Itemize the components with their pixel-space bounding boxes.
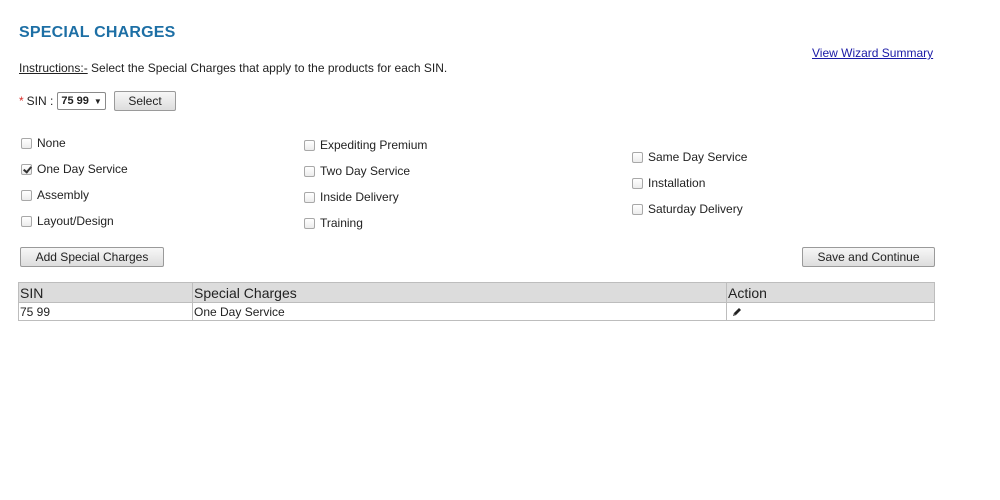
table-header-row: SIN Special Charges Action <box>18 282 935 303</box>
instructions-label: Instructions:- <box>19 61 88 75</box>
cell-action <box>726 302 935 321</box>
charge-label: Assembly <box>37 188 90 202</box>
charge-label: Saturday Delivery <box>648 202 743 216</box>
charge-label: Expediting Premium <box>320 138 428 152</box>
checkbox[interactable] <box>632 203 643 215</box>
checkbox[interactable] <box>304 191 315 203</box>
cell-sin: 75 99 <box>18 302 193 321</box>
column-header-sin: SIN <box>18 282 193 303</box>
charge-assembly[interactable]: Assembly <box>21 188 89 202</box>
table-row: 75 99 One Day Service <box>18 302 935 321</box>
instructions: Instructions:- Select the Special Charge… <box>19 61 447 75</box>
charge-label: None <box>37 136 66 150</box>
checkbox[interactable] <box>21 189 32 201</box>
checkbox[interactable] <box>304 139 315 151</box>
view-wizard-summary-link[interactable]: View Wizard Summary <box>812 46 933 60</box>
charge-same-day-service[interactable]: Same Day Service <box>632 150 747 164</box>
charge-label: Inside Delivery <box>320 190 399 204</box>
charge-expediting-premium[interactable]: Expediting Premium <box>304 138 427 152</box>
charge-none[interactable]: None <box>21 136 66 150</box>
charge-saturday-delivery[interactable]: Saturday Delivery <box>632 202 743 216</box>
charge-label: Same Day Service <box>648 150 748 164</box>
column-header-action: Action <box>726 282 935 303</box>
checkbox[interactable] <box>304 165 315 177</box>
required-asterisk: * <box>19 94 24 108</box>
charge-installation[interactable]: Installation <box>632 176 705 190</box>
checkbox-checked[interactable] <box>21 163 32 175</box>
checkbox[interactable] <box>21 215 32 227</box>
charge-label: Layout/Design <box>37 214 114 228</box>
charge-layout-design[interactable]: Layout/Design <box>21 214 114 228</box>
instructions-text: Select the Special Charges that apply to… <box>87 61 448 75</box>
sin-label: SIN : <box>26 94 54 108</box>
charge-training[interactable]: Training <box>304 216 363 230</box>
checkbox[interactable] <box>21 137 32 149</box>
checkbox[interactable] <box>632 177 643 189</box>
charge-inside-delivery[interactable]: Inside Delivery <box>304 190 399 204</box>
checkbox[interactable] <box>304 217 315 229</box>
charge-one-day-service[interactable]: One Day Service <box>21 162 128 176</box>
add-special-charges-button[interactable]: Add Special Charges <box>20 247 164 267</box>
page-title: SPECIAL CHARGES <box>19 24 176 41</box>
charge-label: Training <box>320 216 363 230</box>
special-charges-table: SIN Special Charges Action 75 99 One Day… <box>18 282 935 321</box>
cell-special-charges: One Day Service <box>192 302 727 321</box>
sin-row: * SIN : 75 99 ▼ <box>19 91 106 111</box>
save-and-continue-button[interactable]: Save and Continue <box>802 247 935 267</box>
dropdown-arrow-icon: ▼ <box>93 96 102 106</box>
sin-dropdown[interactable]: 75 99 ▼ <box>57 92 106 110</box>
sin-dropdown-value: 75 99 <box>61 95 89 107</box>
charge-label: One Day Service <box>37 162 128 176</box>
pencil-icon[interactable] <box>731 306 743 318</box>
charge-label: Two Day Service <box>320 164 411 178</box>
charge-two-day-service[interactable]: Two Day Service <box>304 164 410 178</box>
checkbox[interactable] <box>632 151 643 163</box>
column-header-special-charges: Special Charges <box>192 282 727 303</box>
charge-label: Installation <box>648 176 706 190</box>
select-button[interactable]: Select <box>114 91 176 111</box>
